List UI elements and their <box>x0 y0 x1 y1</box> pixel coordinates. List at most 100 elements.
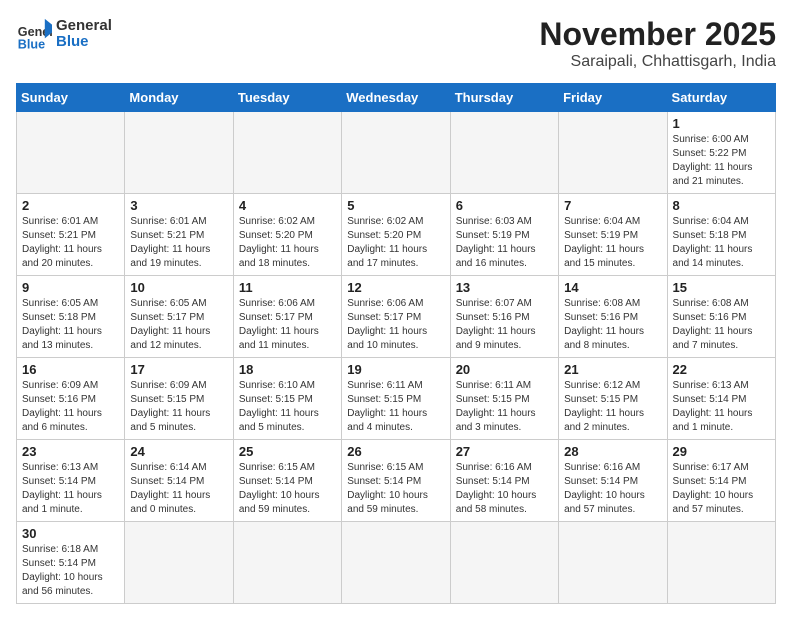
calendar-cell: 1Sunrise: 6:00 AM Sunset: 5:22 PM Daylig… <box>667 112 775 194</box>
day-number: 17 <box>130 362 227 377</box>
calendar-cell: 24 Sunrise: 6:14 AM Sunset: 5:14 PM Dayli… <box>125 440 233 522</box>
calendar-cell: 15 Sunrise: 6:08 AM Sunset: 5:16 PM Dayli… <box>667 276 775 358</box>
day-number: 3 <box>130 198 227 213</box>
day-number: 9 <box>22 280 119 295</box>
calendar-cell: 30 Sunrise: 6:18 AM Sunset: 5:14 PM Dayli… <box>17 522 125 604</box>
day-info: Sunrise: 6:13 AM Sunset: 5:14 PM Dayligh… <box>673 379 770 435</box>
day-number: 8 <box>673 198 770 213</box>
day-number: 4 <box>239 198 336 213</box>
calendar-cell <box>559 112 667 194</box>
calendar-cell: 9 Sunrise: 6:05 AM Sunset: 5:18 PM Daylig… <box>17 276 125 358</box>
day-number: 10 <box>130 280 227 295</box>
calendar-cell: 20Sunrise: 6:11 AM Sunset: 5:15 PM Dayli… <box>450 358 558 440</box>
calendar-cell: 4 Sunrise: 6:02 AM Sunset: 5:20 PM Daylig… <box>233 194 341 276</box>
calendar-cell: 21 Sunrise: 6:12 AM Sunset: 5:15 PM Dayli… <box>559 358 667 440</box>
calendar-cell <box>342 112 450 194</box>
day-info: Sunrise: 6:15 AM Sunset: 5:14 PM Dayligh… <box>239 461 336 517</box>
calendar-cell <box>450 112 558 194</box>
calendar-cell: 2Sunrise: 6:01 AM Sunset: 5:21 PM Daylig… <box>17 194 125 276</box>
day-info: Sunrise: 6:07 AM Sunset: 5:16 PM Dayligh… <box>456 297 553 353</box>
weekday-sunday: Sunday <box>17 84 125 112</box>
day-info: Sunrise: 6:11 AM Sunset: 5:15 PM Dayligh… <box>456 379 553 435</box>
calendar-row-2: 9 Sunrise: 6:05 AM Sunset: 5:18 PM Daylig… <box>17 276 776 358</box>
month-title: November 2025 <box>539 16 776 53</box>
day-number: 15 <box>673 280 770 295</box>
day-number: 24 <box>130 444 227 459</box>
day-info: Sunrise: 6:02 AM Sunset: 5:20 PM Dayligh… <box>239 215 336 271</box>
logo: General Blue General Blue <box>16 16 112 52</box>
day-info: Sunrise: 6:13 AM Sunset: 5:14 PM Dayligh… <box>22 461 119 517</box>
day-number: 21 <box>564 362 661 377</box>
calendar-cell: 3Sunrise: 6:01 AM Sunset: 5:21 PM Daylig… <box>125 194 233 276</box>
weekday-thursday: Thursday <box>450 84 558 112</box>
calendar-cell: 14 Sunrise: 6:08 AM Sunset: 5:16 PM Dayli… <box>559 276 667 358</box>
day-info: Sunrise: 6:16 AM Sunset: 5:14 PM Dayligh… <box>456 461 553 517</box>
day-info: Sunrise: 6:05 AM Sunset: 5:18 PM Dayligh… <box>22 297 119 353</box>
svg-text:Blue: Blue <box>18 37 45 51</box>
day-info: Sunrise: 6:14 AM Sunset: 5:14 PM Dayligh… <box>130 461 227 517</box>
location-title: Saraipali, Chhattisgarh, India <box>539 53 776 71</box>
calendar-cell <box>342 522 450 604</box>
calendar-cell: 17 Sunrise: 6:09 AM Sunset: 5:15 PM Dayli… <box>125 358 233 440</box>
day-info: Sunrise: 6:03 AM Sunset: 5:19 PM Dayligh… <box>456 215 553 271</box>
calendar-cell <box>450 522 558 604</box>
calendar-cell: 28Sunrise: 6:16 AM Sunset: 5:14 PM Dayli… <box>559 440 667 522</box>
day-info: Sunrise: 6:17 AM Sunset: 5:14 PM Dayligh… <box>673 461 770 517</box>
calendar-cell: 26Sunrise: 6:15 AM Sunset: 5:14 PM Dayli… <box>342 440 450 522</box>
day-number: 23 <box>22 444 119 459</box>
calendar-cell: 11 Sunrise: 6:06 AM Sunset: 5:17 PM Dayli… <box>233 276 341 358</box>
calendar-cell: 18Sunrise: 6:10 AM Sunset: 5:15 PM Dayli… <box>233 358 341 440</box>
calendar-cell <box>17 112 125 194</box>
day-info: Sunrise: 6:04 AM Sunset: 5:18 PM Dayligh… <box>673 215 770 271</box>
calendar-cell: 25Sunrise: 6:15 AM Sunset: 5:14 PM Dayli… <box>233 440 341 522</box>
day-info: Sunrise: 6:06 AM Sunset: 5:17 PM Dayligh… <box>239 297 336 353</box>
day-info: Sunrise: 6:12 AM Sunset: 5:15 PM Dayligh… <box>564 379 661 435</box>
day-number: 14 <box>564 280 661 295</box>
calendar-cell: 6 Sunrise: 6:03 AM Sunset: 5:19 PM Daylig… <box>450 194 558 276</box>
day-info: Sunrise: 6:16 AM Sunset: 5:14 PM Dayligh… <box>564 461 661 517</box>
day-info: Sunrise: 6:02 AM Sunset: 5:20 PM Dayligh… <box>347 215 444 271</box>
day-info: Sunrise: 6:18 AM Sunset: 5:14 PM Dayligh… <box>22 543 119 599</box>
title-area: November 2025 Saraipali, Chhattisgarh, I… <box>539 16 776 71</box>
day-info: Sunrise: 6:06 AM Sunset: 5:17 PM Dayligh… <box>347 297 444 353</box>
day-number: 27 <box>456 444 553 459</box>
day-number: 5 <box>347 198 444 213</box>
calendar-row-5: 30 Sunrise: 6:18 AM Sunset: 5:14 PM Dayli… <box>17 522 776 604</box>
logo-general: General <box>56 18 112 35</box>
calendar-cell <box>559 522 667 604</box>
weekday-wednesday: Wednesday <box>342 84 450 112</box>
weekday-friday: Friday <box>559 84 667 112</box>
day-info: Sunrise: 6:09 AM Sunset: 5:16 PM Dayligh… <box>22 379 119 435</box>
day-info: Sunrise: 6:10 AM Sunset: 5:15 PM Dayligh… <box>239 379 336 435</box>
day-number: 11 <box>239 280 336 295</box>
calendar: SundayMondayTuesdayWednesdayThursdayFrid… <box>16 83 776 604</box>
logo-icon: General Blue <box>16 16 52 52</box>
day-number: 6 <box>456 198 553 213</box>
calendar-cell: 29Sunrise: 6:17 AM Sunset: 5:14 PM Dayli… <box>667 440 775 522</box>
calendar-cell <box>125 522 233 604</box>
day-info: Sunrise: 6:09 AM Sunset: 5:15 PM Dayligh… <box>130 379 227 435</box>
calendar-cell: 8 Sunrise: 6:04 AM Sunset: 5:18 PM Daylig… <box>667 194 775 276</box>
calendar-cell <box>233 112 341 194</box>
day-info: Sunrise: 6:08 AM Sunset: 5:16 PM Dayligh… <box>673 297 770 353</box>
calendar-cell: 23 Sunrise: 6:13 AM Sunset: 5:14 PM Dayli… <box>17 440 125 522</box>
day-number: 30 <box>22 526 119 541</box>
calendar-cell: 13 Sunrise: 6:07 AM Sunset: 5:16 PM Dayli… <box>450 276 558 358</box>
day-info: Sunrise: 6:01 AM Sunset: 5:21 PM Dayligh… <box>22 215 119 271</box>
calendar-cell <box>667 522 775 604</box>
day-number: 13 <box>456 280 553 295</box>
weekday-tuesday: Tuesday <box>233 84 341 112</box>
day-number: 12 <box>347 280 444 295</box>
calendar-cell: 12 Sunrise: 6:06 AM Sunset: 5:17 PM Dayli… <box>342 276 450 358</box>
day-number: 19 <box>347 362 444 377</box>
calendar-cell <box>233 522 341 604</box>
calendar-cell: 16 Sunrise: 6:09 AM Sunset: 5:16 PM Dayli… <box>17 358 125 440</box>
calendar-cell: 22Sunrise: 6:13 AM Sunset: 5:14 PM Dayli… <box>667 358 775 440</box>
calendar-cell: 19Sunrise: 6:11 AM Sunset: 5:15 PM Dayli… <box>342 358 450 440</box>
header: General Blue General Blue November 2025 … <box>16 16 776 71</box>
day-info: Sunrise: 6:08 AM Sunset: 5:16 PM Dayligh… <box>564 297 661 353</box>
day-number: 16 <box>22 362 119 377</box>
calendar-cell: 5 Sunrise: 6:02 AM Sunset: 5:20 PM Daylig… <box>342 194 450 276</box>
calendar-row-0: 1Sunrise: 6:00 AM Sunset: 5:22 PM Daylig… <box>17 112 776 194</box>
weekday-saturday: Saturday <box>667 84 775 112</box>
